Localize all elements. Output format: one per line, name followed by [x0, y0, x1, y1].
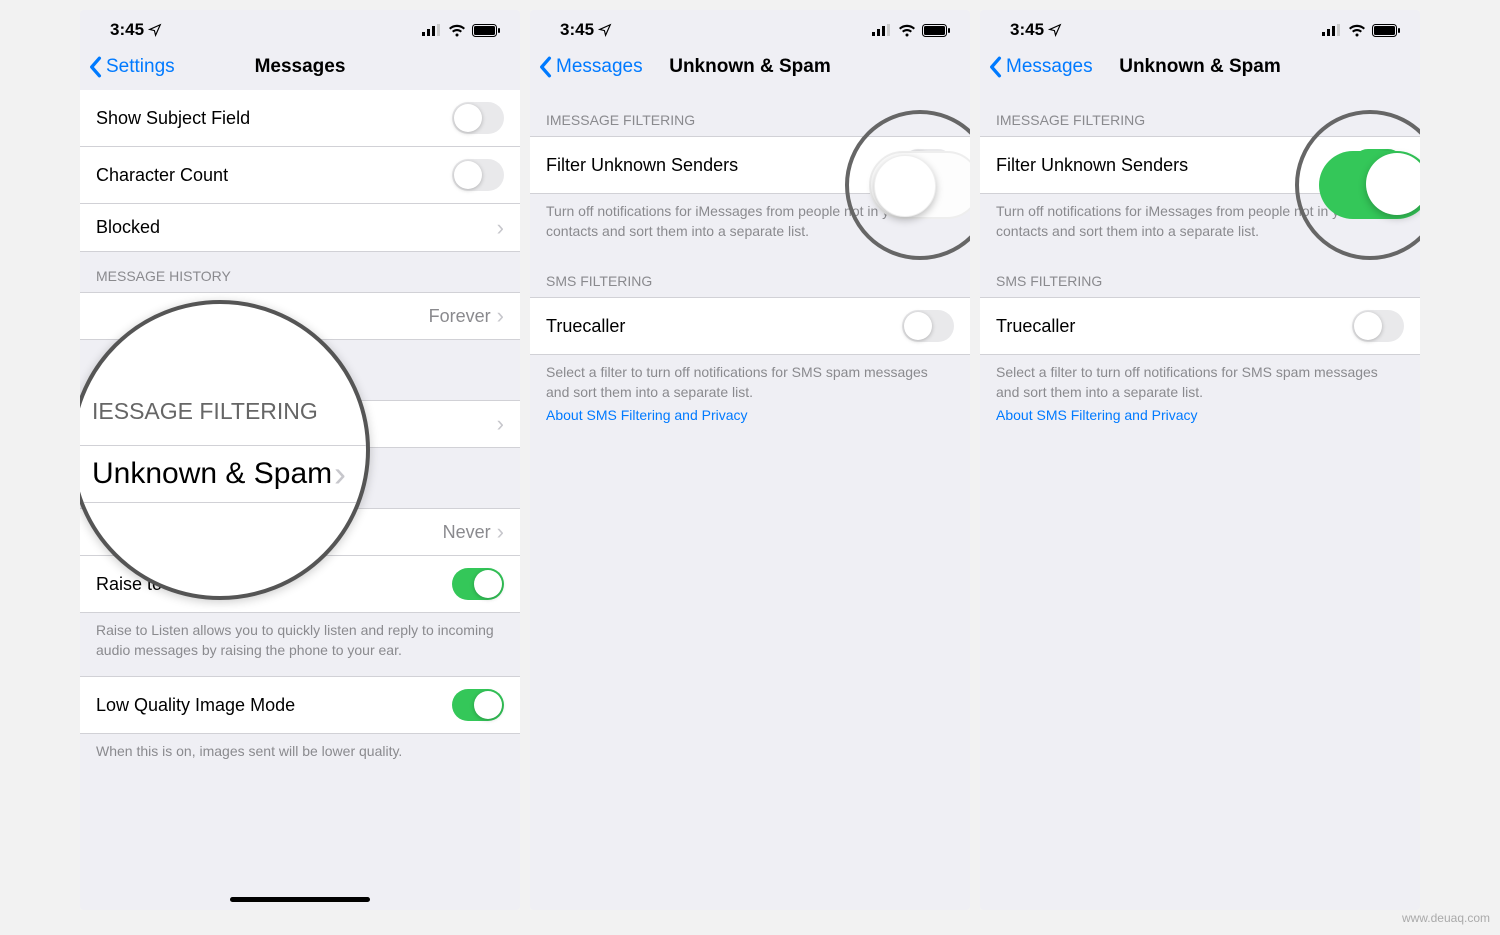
- row-value: Forever: [429, 306, 491, 327]
- back-button[interactable]: Settings: [88, 56, 175, 78]
- row-value: Never: [443, 522, 491, 543]
- location-arrow-icon: [1048, 23, 1062, 37]
- nav-title: Unknown & Spam: [669, 56, 831, 78]
- chevron-left-icon: [538, 56, 552, 78]
- phone-screen-unknown-spam-off: 3:45 Messages Unknown & Spam IMESSAGE FI…: [530, 10, 970, 910]
- row-label: Blocked: [96, 217, 160, 238]
- location-arrow-icon: [148, 23, 162, 37]
- row-label: Show Subject Field: [96, 108, 250, 129]
- watermark: www.deuaq.com: [1402, 911, 1490, 925]
- magnifier-unknown-spam: IESSAGE FILTERING Unknown & Spam ›: [80, 300, 370, 600]
- cellular-signal-icon: [422, 24, 442, 36]
- mag-row-label: Unknown & Spam: [92, 457, 332, 491]
- wifi-icon: [448, 24, 466, 37]
- truecaller-row[interactable]: Truecaller: [530, 297, 970, 355]
- chevron-right-icon: ›: [497, 217, 504, 239]
- wifi-icon: [1348, 24, 1366, 37]
- chevron-right-icon: ›: [497, 305, 504, 327]
- status-time: 3:45: [110, 20, 144, 40]
- status-bar: 3:45: [80, 10, 520, 46]
- sms-footer: Select a filter to turn off notification…: [980, 355, 1420, 442]
- navigation-bar: Messages Unknown & Spam: [530, 46, 970, 90]
- back-label: Messages: [1006, 56, 1093, 78]
- status-bar: 3:45: [980, 10, 1420, 46]
- mag-header: IESSAGE FILTERING: [92, 398, 366, 445]
- row-label: Truecaller: [546, 316, 625, 337]
- row-label: Truecaller: [996, 316, 1075, 337]
- sms-privacy-link[interactable]: About SMS Filtering and Privacy: [996, 406, 1404, 426]
- cellular-signal-icon: [872, 24, 892, 36]
- back-button[interactable]: Messages: [538, 56, 643, 78]
- raise-footer: Raise to Listen allows you to quickly li…: [80, 613, 520, 676]
- row-label: Low Quality Image Mode: [96, 695, 295, 716]
- row-label: Filter Unknown Senders: [546, 155, 738, 176]
- chevron-left-icon: [988, 56, 1002, 78]
- chevron-right-icon: ›: [334, 456, 346, 492]
- sms-filtering-header: SMS FILTERING: [530, 257, 970, 297]
- truecaller-toggle[interactable]: [1352, 310, 1404, 342]
- message-history-header: MESSAGE HISTORY: [80, 252, 520, 292]
- phone-screen-unknown-spam-on: 3:45 Messages Unknown & Spam IMESSAGE FI…: [980, 10, 1420, 910]
- low-quality-row[interactable]: Low Quality Image Mode: [80, 676, 520, 734]
- status-time: 3:45: [560, 20, 594, 40]
- show-subject-toggle[interactable]: [452, 102, 504, 134]
- sms-footer-text: Select a filter to turn off notification…: [996, 364, 1378, 400]
- navigation-bar: Messages Unknown & Spam: [980, 46, 1420, 90]
- status-time: 3:45: [1010, 20, 1044, 40]
- battery-icon: [1372, 24, 1400, 37]
- chevron-left-icon: [88, 56, 102, 78]
- navigation-bar: Settings Messages: [80, 46, 520, 90]
- wifi-icon: [898, 24, 916, 37]
- phone-screen-messages-settings: 3:45 Settings Messages Show Subject Fiel…: [80, 10, 520, 910]
- home-indicator[interactable]: [230, 897, 370, 902]
- sms-privacy-link[interactable]: About SMS Filtering and Privacy: [546, 406, 954, 426]
- nav-title: Unknown & Spam: [1119, 56, 1281, 78]
- chevron-right-icon: ›: [497, 521, 504, 543]
- blocked-row[interactable]: Blocked ›: [80, 204, 520, 252]
- sms-footer-text: Select a filter to turn off notification…: [546, 364, 928, 400]
- lowq-footer: When this is on, images sent will be low…: [80, 734, 520, 778]
- character-count-toggle[interactable]: [452, 159, 504, 191]
- chevron-right-icon: ›: [497, 413, 504, 435]
- truecaller-toggle[interactable]: [902, 310, 954, 342]
- big-toggle-off: [869, 151, 970, 219]
- row-label: Character Count: [96, 165, 228, 186]
- cellular-signal-icon: [1322, 24, 1342, 36]
- truecaller-row[interactable]: Truecaller: [980, 297, 1420, 355]
- location-arrow-icon: [598, 23, 612, 37]
- sms-filtering-header: SMS FILTERING: [980, 257, 1420, 297]
- battery-icon: [472, 24, 500, 37]
- row-label: Filter Unknown Senders: [996, 155, 1188, 176]
- battery-icon: [922, 24, 950, 37]
- back-label: Messages: [556, 56, 643, 78]
- back-button[interactable]: Messages: [988, 56, 1093, 78]
- nav-title: Messages: [255, 56, 346, 78]
- character-count-row[interactable]: Character Count: [80, 147, 520, 204]
- big-toggle-on: [1319, 151, 1420, 219]
- low-quality-toggle[interactable]: [452, 689, 504, 721]
- raise-to-listen-toggle[interactable]: [452, 568, 504, 600]
- back-label: Settings: [106, 56, 175, 78]
- status-bar: 3:45: [530, 10, 970, 46]
- sms-footer: Select a filter to turn off notification…: [530, 355, 970, 442]
- show-subject-field-row[interactable]: Show Subject Field: [80, 90, 520, 147]
